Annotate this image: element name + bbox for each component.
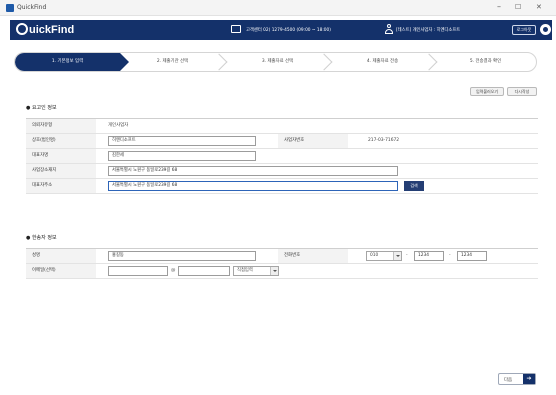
phone-separator: -	[449, 253, 451, 258]
step-label: 2. 제출기관 선택	[156, 59, 189, 64]
customer-center-text: 고객센터 02) 1279-4500 (09:00 ~ 18:00)	[246, 28, 331, 33]
user-icon	[385, 24, 393, 34]
window-titlebar: QuickFind – ☐ ✕	[0, 0, 556, 16]
step-result[interactable]: 5. 전송결과 확인	[433, 53, 536, 71]
field-label: 상호(법인명)	[26, 134, 96, 148]
email-at-sign: @	[171, 268, 176, 273]
app-header: uickFind 고객센터 02) 1279-4500 (09:00 ~ 18:…	[10, 20, 552, 40]
quickfind-logo: uickFind	[16, 23, 74, 36]
form-row: 사업장소재지 서울특별시 노원구 동일로239길 68	[26, 164, 538, 179]
step-label: 3. 제출자료 선택	[261, 59, 294, 64]
field-label: 대표자주소	[26, 179, 96, 193]
phone-middle-input[interactable]: 1234	[414, 251, 444, 261]
load-input-button[interactable]: 입력불러오기	[470, 87, 504, 96]
section-title-sender: ● 한송자 정보	[26, 235, 57, 241]
section-title-requester: ● 요고인 정보	[26, 105, 57, 111]
logout-button[interactable]: 로그아웃	[512, 25, 536, 35]
form-row: 대표자명 김한세	[26, 149, 538, 164]
logo-text: uickFind	[29, 24, 75, 36]
business-address-input[interactable]: 서울특별시 노원구 동일로239길 68	[108, 166, 398, 176]
reset-button[interactable]: 다시작성	[507, 87, 537, 96]
field-label: 이메일(선택)	[26, 264, 96, 278]
step-select-docs[interactable]: 3. 제출자료 선택	[225, 53, 333, 71]
address-search-button[interactable]: 검색	[404, 181, 424, 191]
company-name-input[interactable]: 히엔디소프트	[108, 136, 256, 146]
email-id-input[interactable]	[108, 266, 168, 276]
arrow-right-icon: ➔	[523, 374, 535, 384]
sender-name-input[interactable]: 홍길동	[108, 251, 256, 261]
phone-separator: -	[406, 253, 408, 258]
representative-name-input[interactable]: 김한세	[108, 151, 256, 161]
next-label: 다음	[504, 378, 513, 383]
form-row: 상호(법인명) 히엔디소프트 사업자번호 217-03-71672	[26, 134, 538, 149]
field-label: 사업자번호	[278, 134, 348, 148]
phone-last-input[interactable]: 1234	[457, 251, 487, 261]
field-label: 대표자명	[26, 149, 96, 163]
gear-icon[interactable]	[540, 24, 551, 35]
business-number-value: 217-03-71672	[368, 138, 400, 143]
minimize-button[interactable]: –	[497, 2, 501, 11]
field-label: 성명	[26, 249, 96, 263]
phone-prefix-value: 010	[370, 253, 379, 258]
progress-stepper: 1. 기본정보 입력 2. 제출기관 선택 3. 제출자료 선택 4. 제출자료…	[14, 52, 537, 72]
window-title: QuickFind	[17, 4, 47, 11]
requester-form: 의뢰자유형 개인사업자 상호(법인명) 히엔디소프트 사업자번호 217-03-…	[26, 118, 538, 194]
close-button[interactable]: ✕	[536, 3, 542, 11]
sender-form: 성명 홍길동 전화번호 010 - 1234 - 1234 이메일(선택) @ …	[26, 248, 538, 279]
maximize-button[interactable]: ☐	[515, 3, 521, 11]
chevron-down-icon	[393, 252, 401, 260]
email-domain-select-value: 직접입력	[237, 268, 253, 273]
requester-type-value: 개인사업자	[108, 123, 129, 128]
form-row: 대표자주소 서울특별시 노원구 동일로239길 68 검색	[26, 179, 538, 194]
next-button[interactable]: 다음 ➔	[498, 373, 536, 385]
representative-address-input[interactable]: 서울특별시 노원구 동일로239길 68	[108, 181, 398, 191]
app-icon	[6, 4, 14, 12]
email-domain-input[interactable]	[178, 266, 230, 276]
form-row: 이메일(선택) @ 직접입력	[26, 264, 538, 279]
form-row: 의뢰자유형 개인사업자	[26, 119, 538, 134]
step-label: 1. 기본정보 입력	[51, 59, 84, 64]
step-send-docs[interactable]: 4. 제출자료 전송	[330, 53, 438, 71]
phone-icon	[231, 25, 241, 33]
email-domain-select[interactable]: 직접입력	[233, 266, 279, 276]
field-label: 사업장소재지	[26, 164, 96, 178]
step-basic-info[interactable]: 1. 기본정보 입력	[15, 53, 129, 71]
step-label: 4. 제출자료 전송	[366, 59, 399, 64]
step-label: 5. 전송결과 확인	[469, 59, 502, 64]
logo-q-icon	[16, 23, 28, 35]
chevron-down-icon	[270, 267, 278, 275]
field-label: 의뢰자유형	[26, 119, 96, 133]
step-select-agency[interactable]: 2. 제출기관 선택	[120, 53, 228, 71]
field-label: 전화번호	[278, 249, 348, 263]
phone-prefix-select[interactable]: 010	[366, 251, 402, 261]
user-info-text: [테스트] 개인사업자 : 히엔디소프트	[396, 28, 461, 33]
form-row: 성명 홍길동 전화번호 010 - 1234 - 1234	[26, 249, 538, 264]
